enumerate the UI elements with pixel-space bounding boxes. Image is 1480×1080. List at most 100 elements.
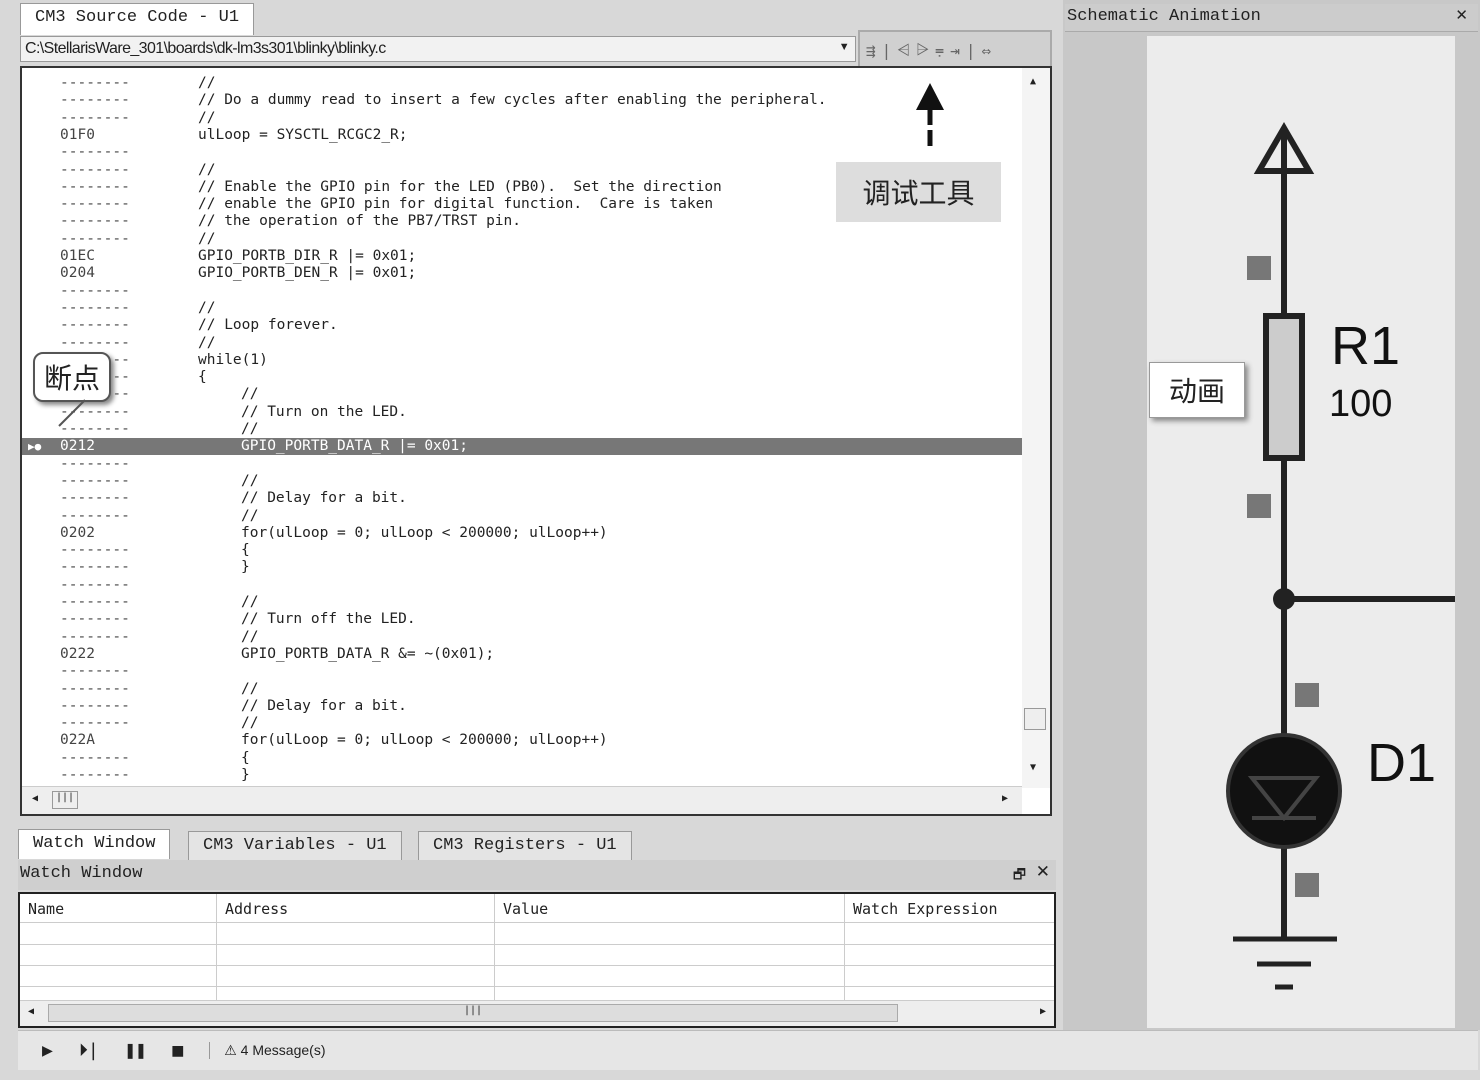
code-line[interactable]: --------//	[22, 110, 1022, 127]
code-line[interactable]: --------//	[22, 421, 1022, 438]
line-address: --------	[60, 282, 130, 299]
restore-icon[interactable]: 🗗	[1013, 864, 1026, 888]
line-address: 0212	[60, 438, 95, 455]
line-address: --------	[60, 75, 130, 91]
close-icon[interactable]: ✕	[1036, 862, 1050, 882]
code-line[interactable]: --------{	[22, 542, 1022, 559]
run-to-cursor-icon[interactable]: ⇶	[866, 41, 876, 60]
code-line[interactable]: --------	[22, 283, 1022, 300]
code-text: // Loop forever.	[198, 317, 338, 334]
code-line[interactable]: --------// Turn on the LED.	[22, 404, 1022, 421]
code-line[interactable]: --------//	[22, 473, 1022, 490]
schematic-header: Schematic Animation ✕	[1065, 4, 1478, 32]
line-address: --------	[60, 109, 130, 126]
code-line[interactable]: -------- // Loop forever.	[22, 317, 1022, 334]
line-address: 0202	[60, 524, 95, 541]
step-out-icon[interactable]: ⩦	[935, 40, 944, 60]
stop-icon[interactable]: ■	[172, 1040, 183, 1061]
line-address: --------	[60, 317, 130, 334]
code-line[interactable]: 01EC GPIO_PORTB_DIR_R |= 0x01;	[22, 248, 1022, 265]
code-line[interactable]: --------while(1)	[22, 352, 1022, 369]
chevron-down-icon[interactable]: ▼	[839, 41, 850, 53]
vertical-scrollbar[interactable]: ▲ ▼	[1022, 68, 1050, 788]
code-line[interactable]: --------//	[22, 681, 1022, 698]
code-text: //	[241, 421, 259, 437]
code-line[interactable]: --------//	[22, 335, 1022, 352]
breakpoint-marker-icon[interactable]: ▶●	[28, 438, 41, 455]
code-line-current[interactable]: ▶● 0212 GPIO_PORTB_DATA_R |= 0x01;	[22, 438, 1022, 456]
code-text: for(ulLoop = 0; ulLoop < 200000; ulLoop+…	[241, 732, 608, 749]
code-text: GPIO_PORTB_DEN_R |= 0x01;	[198, 265, 417, 282]
step-into-icon[interactable]: ⩥	[916, 40, 929, 60]
code-line[interactable]: --------//	[22, 715, 1022, 732]
code-line[interactable]: --------//	[22, 300, 1022, 317]
code-text: //	[241, 594, 259, 610]
code-line[interactable]: -------- // Turn off the LED.	[22, 611, 1022, 628]
debug-toolbar: ⇶ | ⩤ ⩥ ⩦ ⇥ | ⇔	[858, 30, 1052, 70]
code-line[interactable]: --------	[22, 663, 1022, 680]
code-line[interactable]: --------//	[22, 386, 1022, 403]
return-icon[interactable]: ⇥	[950, 41, 960, 60]
arrow-up-icon	[916, 83, 944, 146]
horizontal-scrollbar[interactable]: ◀ ||| ▶	[22, 786, 1022, 814]
code-text: // Turn on the LED.	[241, 403, 407, 420]
code-line[interactable]: 022A for(ulLoop = 0; ulLoop < 200000; ulL…	[22, 732, 1022, 749]
line-address: --------	[60, 767, 130, 783]
code-line[interactable]: --------	[22, 577, 1022, 594]
r1-value: 100	[1329, 383, 1392, 425]
code-line[interactable]: -------- //	[22, 629, 1022, 646]
code-text: // Delay for a bit.	[241, 490, 407, 507]
code-line[interactable]: 0204 GPIO_PORTB_DEN_R |= 0x01;	[22, 265, 1022, 282]
code-line[interactable]: --------//	[22, 508, 1022, 525]
file-path: C:\StellarisWare_301\boards\dk-lm3s301\b…	[25, 40, 386, 57]
tab-cm3-registers[interactable]: CM3 Registers - U1	[418, 831, 632, 861]
code-line[interactable]: 01F0 ulLoop = SYSCTL_RCGC2_R;	[22, 127, 1022, 144]
code-text: //	[241, 507, 259, 524]
line-address: --------	[60, 628, 130, 645]
code-line[interactable]: --------//	[22, 75, 1022, 92]
code-line[interactable]: --------	[22, 144, 1022, 161]
code-text: GPIO_PORTB_DIR_R |= 0x01;	[198, 248, 417, 264]
tab-source-code[interactable]: CM3 Source Code - U1	[20, 3, 255, 35]
code-text: // Turn off the LED.	[241, 611, 416, 628]
warning-icon: ⚠	[224, 1042, 237, 1058]
pin-marker	[1247, 256, 1271, 280]
tab-watch-window[interactable]: Watch Window	[18, 829, 171, 859]
code-line[interactable]: 0202 for(ulLoop = 0; ulLoop < 200000; ulL…	[22, 525, 1022, 542]
code-line[interactable]: -------- // Delay for a bit.	[22, 490, 1022, 507]
code-line[interactable]: --------//	[22, 594, 1022, 611]
toggle-view-icon[interactable]: ⇔	[982, 41, 992, 60]
code-line[interactable]: --------	[22, 456, 1022, 473]
code-text: GPIO_PORTB_DATA_R &= ~(0x01);	[241, 645, 495, 662]
schematic-title: Schematic Animation	[1067, 7, 1261, 26]
schematic-canvas[interactable]: R1 100 D1	[1147, 36, 1455, 1028]
close-icon[interactable]: ✕	[1455, 6, 1468, 24]
code-text: //	[241, 628, 259, 645]
d1-label: D1	[1367, 733, 1436, 793]
schematic-panel: Schematic Animation ✕ R1 100 D1	[1063, 0, 1480, 1030]
tab-cm3-variables[interactable]: CM3 Variables - U1	[188, 831, 402, 861]
step-over-icon[interactable]: ⩤	[897, 40, 910, 60]
code-line[interactable]: 0222 GPIO_PORTB_DATA_R &= ~(0x01);	[22, 646, 1022, 663]
file-path-select[interactable]: C:\StellarisWare_301\boards\dk-lm3s301\b…	[20, 36, 856, 62]
line-address: --------	[60, 576, 130, 593]
code-text: {	[198, 369, 207, 386]
step-icon[interactable]: ⏵|	[79, 1040, 99, 1061]
code-line[interactable]: -------- // Delay for a bit.	[22, 698, 1022, 715]
line-address: --------	[60, 196, 130, 213]
pause-icon[interactable]: ❚❚	[125, 1040, 147, 1061]
code-text: //	[198, 161, 216, 178]
code-line[interactable]: --------}	[22, 559, 1022, 576]
line-address: --------	[60, 490, 130, 507]
play-icon[interactable]: ▶	[42, 1040, 53, 1061]
code-line[interactable]: --------{	[22, 750, 1022, 767]
code-text: // Enable the GPIO pin for the LED (PB0)…	[198, 178, 722, 195]
watch-horizontal-scrollbar[interactable]: ◀ ||| ▶	[20, 1000, 1054, 1026]
code-line[interactable]: --------}	[22, 767, 1022, 784]
code-line[interactable]: -------- // Do a dummy read to insert a f…	[22, 92, 1022, 109]
messages-button[interactable]: ⚠ 4 Message(s)	[209, 1042, 325, 1059]
code-line[interactable]: --------//	[22, 231, 1022, 248]
line-address: 0204	[60, 265, 95, 282]
code-line[interactable]: --------{	[22, 369, 1022, 386]
r1-label: R1	[1331, 316, 1400, 376]
